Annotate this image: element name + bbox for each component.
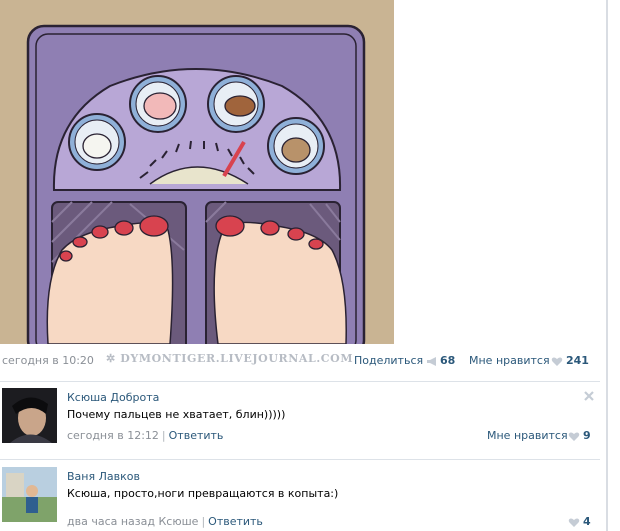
right-edge-border [606,0,608,531]
comment-item: Ваня Лавков Ксюша, просто,ноги превращаю… [0,467,600,528]
post-image[interactable] [0,0,394,344]
avatar[interactable] [2,467,57,522]
like-count[interactable]: 241 [566,354,589,367]
heart-icon[interactable] [568,517,580,528]
share-count[interactable]: 68 [440,354,455,367]
scale-cartoon [0,0,394,344]
comment-author[interactable]: Ксюша Доброта [67,391,159,404]
watermark-text: ✲ DYMONTIGER.LIVEJOURNAL.COM [106,352,354,365]
comment-like-button[interactable]: Мне нравится [487,429,568,442]
comment-item: Ксюша Доброта Почему пальцев не хватает,… [0,388,600,446]
comment-date[interactable]: сегодня в 12:12 [67,429,159,442]
tiger-paw-icon: ✲ [106,352,121,365]
comment-like-count[interactable]: 4 [583,515,591,528]
comment-author[interactable]: Ваня Лавков [67,470,140,483]
megaphone-icon [427,357,436,366]
like-button[interactable]: Мне нравится [469,354,550,367]
comment-date[interactable]: два часа назад [67,515,155,528]
comment-info: два часа назад Ксюше | Ответить [67,515,263,528]
reply-button[interactable]: Ответить [169,429,224,442]
comment-like-count[interactable]: 9 [583,429,591,442]
reply-button[interactable]: Ответить [208,515,263,528]
divider [0,459,600,460]
heart-icon[interactable] [568,431,580,442]
divider [0,381,600,382]
avatar[interactable] [2,388,57,443]
reply-to-link[interactable]: Ксюше [158,515,198,528]
post-meta-row: сегодня в 10:20 ✲ DYMONTIGER.LIVEJOURNAL… [0,352,600,370]
post-date[interactable]: сегодня в 10:20 [2,354,94,367]
comment-text: Почему пальцев не хватает, блин))))) [67,408,286,421]
heart-icon[interactable] [551,356,563,367]
close-icon[interactable] [583,390,595,402]
share-button[interactable]: Поделиться [354,354,423,367]
comment-info: сегодня в 12:12 | Ответить [67,429,224,442]
comment-text: Ксюша, просто,ноги превращаются в копыта… [67,487,339,500]
